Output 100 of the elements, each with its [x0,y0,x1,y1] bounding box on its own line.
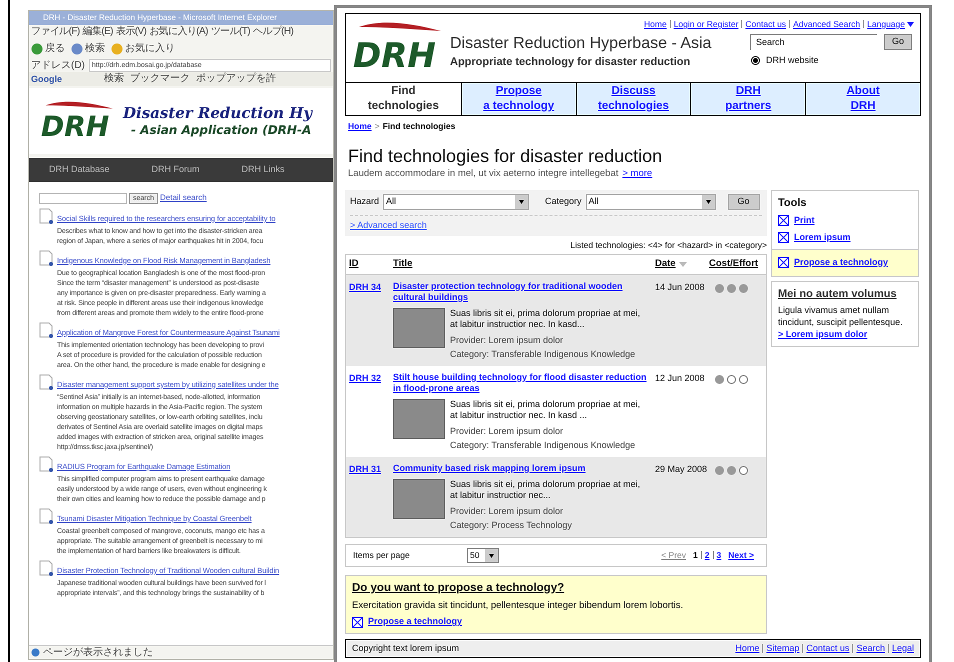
page-link[interactable]: 2 [704,548,710,562]
hazard-select[interactable]: All [383,194,530,210]
toolbar-label[interactable]: ポップアップを許 [196,74,276,84]
header-link[interactable]: Contact us [745,18,786,31]
nav-tab[interactable]: DRH partners [690,83,806,115]
page-link[interactable]: 1 [693,548,698,562]
category-text: Category: Transferable Indigenous Knowledge [450,440,636,451]
dropdown-caret-icon [907,22,914,27]
menu-item[interactable]: ファイル(F) [31,27,80,37]
tool-link[interactable]: Lorem ipsum [794,230,851,244]
header-link[interactable]: Advanced Search [793,18,860,31]
go-button[interactable]: Go [728,194,760,210]
menu-item[interactable]: お気に入り(A) [149,27,208,37]
category-label: Category [545,194,582,208]
provider-text: Provider: Lorem ipsum dolor [450,426,564,437]
toolbar-label[interactable]: 検索 [104,74,124,84]
radio-button[interactable] [751,56,760,65]
date-text: 29 May 2008 [655,462,708,476]
menu-item[interactable]: ツール(T) [210,27,250,37]
footer-link[interactable]: Sitemap [766,642,800,656]
provider-text: Provider: Lorem ipsum dolor [450,334,564,346]
banner-title: Disaster Reduction Hy [123,104,312,123]
id-link[interactable]: DRH 32 [349,372,393,386]
items-per-page-label: Items per page [353,548,411,562]
site-subtitle: Appropriate technology for disaster reduction [450,54,692,70]
provider-text: Provider: Lorem ipsum dolor [450,506,564,517]
google-label: Google [31,74,62,84]
id-link[interactable]: DRH 31 [349,462,393,476]
photo-placeholder [393,398,445,439]
header-link[interactable]: Home [644,18,667,31]
breadcrumb-separator: > [374,120,380,133]
tool-link[interactable]: Propose a technology [794,256,888,270]
toolbar-label[interactable]: お気に入り [125,44,175,54]
title-link[interactable]: Stilt house building technology for flood disaster reduction in flood-prone areas [393,372,647,394]
toolbar-icon[interactable] [71,43,83,55]
aside-link[interactable]: > Lorem ipsum dolor [778,328,912,342]
propose-link[interactable]: Propose a technology [368,615,462,629]
toolbar-icon[interactable] [111,43,123,55]
nav-link[interactable]: DRH Forum [152,163,200,177]
listed-count: Listed technologies: <4> for <hazard> in <category> [570,239,767,252]
hazard-label: Hazard [350,194,380,208]
footer-link[interactable]: Contact us [806,642,850,656]
crossed-box-icon [352,616,363,628]
header-link[interactable]: Language [867,18,905,31]
nav-tab[interactable]: About DRH [805,83,920,115]
site-title: Disaster Reduction Hyperbase - Asia [450,34,712,54]
title-link[interactable]: Community based risk mapping lorem ipsum [393,462,647,474]
crossed-box-icon [778,215,789,226]
sort-down-icon [678,262,687,267]
copyright-text: Copyright text lorem ipsum [352,642,460,655]
nav-tab[interactable]: Discuss technologies [576,83,690,115]
footer-link[interactable]: Search [856,642,885,656]
window-title: DRH - Disaster Reduction Hyperbase - Microsoft Internet Explorer [29,11,333,25]
breadcrumb-link[interactable]: Home [348,120,372,133]
tool-link[interactable]: Print [794,214,815,228]
aside-heading: Mei no autem volumus [778,286,898,302]
document-icon [39,250,53,266]
footer-link[interactable]: Home [735,642,760,656]
toolbar-label[interactable]: ブックマーク [130,74,190,84]
crossed-box-icon [778,257,789,268]
go-button[interactable]: Go [884,34,912,50]
advanced-search-link[interactable]: > Advanced search [350,218,427,232]
nav-link[interactable]: DRH Links [242,163,285,177]
document-icon [39,374,53,390]
page-heading: Find technologies for disaster reduction [347,144,664,168]
page-link[interactable]: 3 [716,548,722,562]
column-header[interactable]: Title [393,257,412,272]
menu-item[interactable]: 表示(V) [116,27,146,37]
column-header[interactable]: Date [655,257,676,272]
drh-logo: DRH [351,19,446,77]
toolbar-label[interactable]: 検索 [85,44,105,54]
intro-text: Laudem accommodare in mel, ut vix aeterno integre intellegebat [348,167,618,182]
propose-heading: Do you want to propose a technology? [352,580,566,596]
document-icon [39,208,53,224]
footer-link[interactable]: Legal [892,642,914,656]
menu-item[interactable]: ヘルプ(H) [252,27,294,37]
drh-logo: DRH [39,97,117,145]
per-page-select[interactable]: 50 [467,548,499,563]
header-link[interactable]: Login or Register [674,18,738,31]
title-link[interactable]: Disaster protection technology for traditional wooden cultural buildings [393,280,647,303]
document-icon [39,508,53,524]
more-link[interactable]: > more [622,167,652,182]
nav-tab[interactable]: Propose a technology [460,83,576,115]
summary-text: Suas libris sit ei, prima dolorum propriae at mei, at labitur instructior nec... [450,478,642,501]
document-icon [39,456,53,472]
next-link[interactable]: Next > [728,548,754,562]
toolbar-label[interactable]: 戻る [45,44,65,54]
tools-heading: Tools [778,196,808,210]
detail-search-link[interactable]: Detail search [160,192,207,204]
search-field[interactable]: Search [750,34,877,50]
category-select[interactable]: All [586,194,716,210]
column-header[interactable]: Cost/Effort [709,257,758,272]
crossed-box-icon [778,232,789,243]
menu-item[interactable]: 編集(E) [82,27,113,37]
id-link[interactable]: DRH 34 [349,280,393,294]
toolbar-icon[interactable] [31,43,43,55]
search-field[interactable] [39,192,127,204]
column-header[interactable]: ID [349,257,358,272]
nav-link[interactable]: DRH Database [49,163,110,177]
photo-placeholder [393,308,445,348]
